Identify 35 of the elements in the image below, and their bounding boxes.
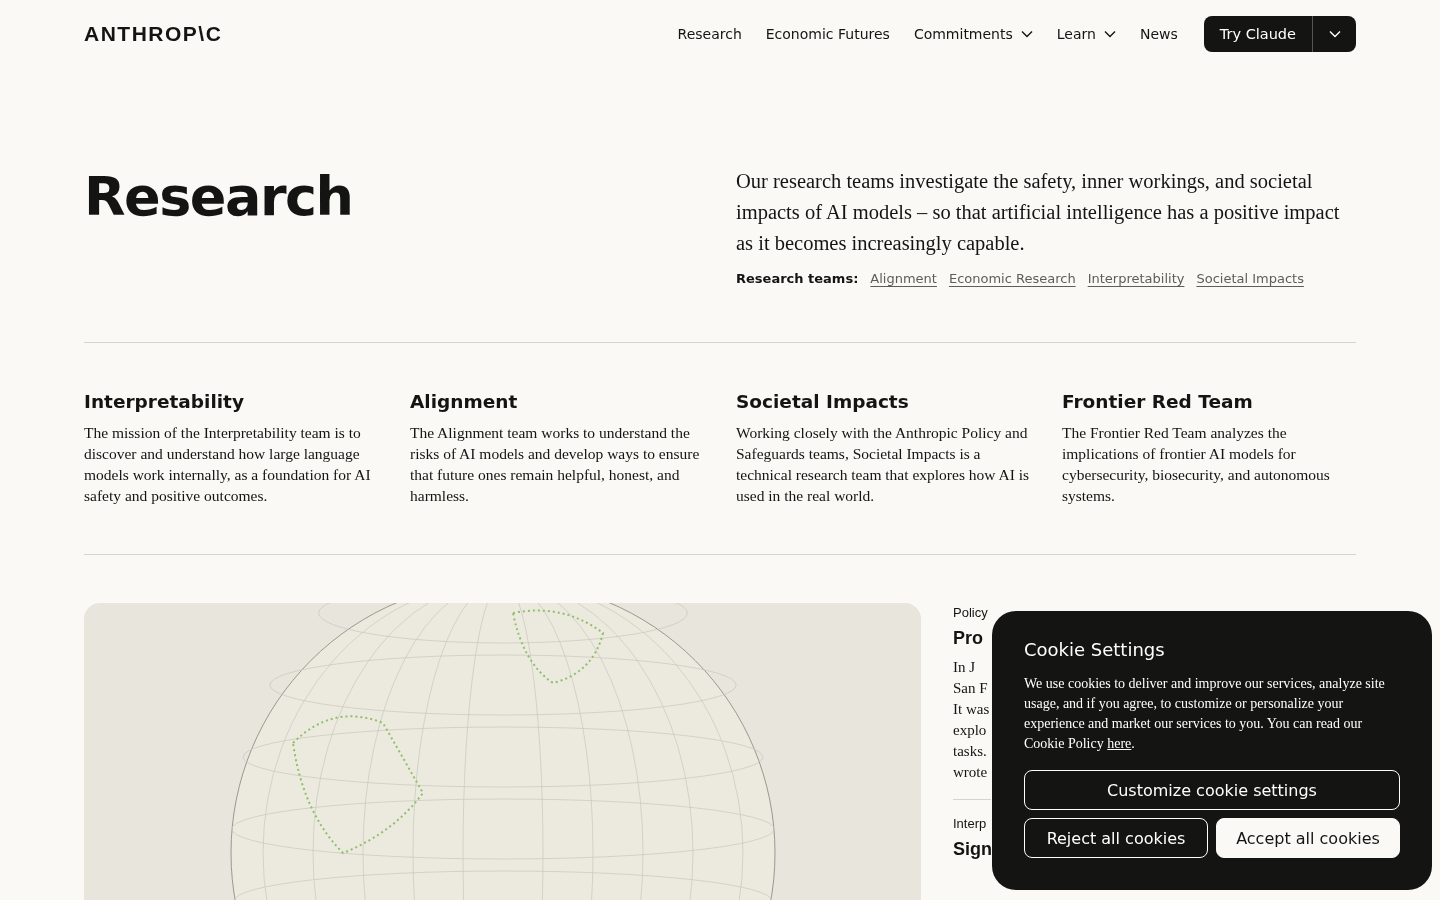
page-title: Research <box>84 170 354 230</box>
logo[interactable]: ANTHROP\C <box>84 22 223 46</box>
nav-dropdown[interactable]: Commitments <box>913 26 1033 42</box>
cookie-button[interactable]: Accept all cookies <box>1216 818 1400 858</box>
cookie-button[interactable]: Reject all cookies <box>1024 818 1208 858</box>
nav-link[interactable]: Research <box>677 26 742 42</box>
chevron-down-icon <box>1020 30 1033 38</box>
team-link[interactable]: Societal Impacts <box>1196 271 1304 286</box>
article-category: Interp <box>953 816 987 831</box>
team-link[interactable]: Alignment <box>870 271 937 286</box>
cookie-button[interactable]: Customize cookie settings <box>1024 770 1400 810</box>
nav-link[interactable]: Economic Futures <box>765 26 890 42</box>
dialog-title: Cookie Settings <box>1024 639 1166 660</box>
team-description: The mission of the Interpretability team is to discover and understand how large language models work internally, as a foundation for AI safety and positive outcomes. <box>84 423 372 506</box>
chevron-down-icon <box>1328 30 1341 38</box>
nav-link[interactable]: News <box>1139 26 1178 42</box>
team-title: Interpretability <box>84 391 245 412</box>
intro-paragraph: Our research teams investigate the safety, inner workings, and societal impacts of AI models – so that artificial intelligence has a positive impact as it becomes increasingly capable. <box>736 169 1341 257</box>
team-link[interactable]: Economic Research <box>948 271 1076 286</box>
nav-dropdown[interactable]: Learn <box>1056 26 1116 42</box>
article-title[interactable]: Sign <box>953 839 991 860</box>
article-excerpt: In J San F It was explo tasks. wrote <box>953 658 990 782</box>
team-description: Working closely with the Anthropic Policy and Safeguards teams, Societal Impacts is a technical research team that explores how AI is used in the real world. <box>736 423 1030 506</box>
dialog-text: We use cookies to deliver and improve our services, analyze site usage, and if you agree, to customize or personalize your experience and market our services to you. You can read our Cookie Policy here. <box>1024 675 1386 753</box>
team-title: Alignment <box>410 391 519 412</box>
team-description: The Alignment team works to understand the risks of AI models and develop ways to ensure that future ones remain helpful, honest, and harmless. <box>410 423 701 506</box>
team-title: Frontier Red Team <box>1062 391 1254 412</box>
team-description: The Frontier Red Team analyzes the implications of frontier AI models for cybersecurity, biosecurity, and autonomous systems. <box>1062 423 1331 506</box>
team-title: Societal Impacts <box>736 391 910 412</box>
team-link[interactable]: Interpretability <box>1087 271 1185 286</box>
article-category: Policy <box>953 605 988 620</box>
chevron-down-icon <box>1103 30 1116 38</box>
teams-label: Research teams: <box>736 271 859 286</box>
try-claude-button[interactable]: Try Claude <box>1203 16 1312 52</box>
article-title[interactable]: Pro <box>953 628 983 649</box>
